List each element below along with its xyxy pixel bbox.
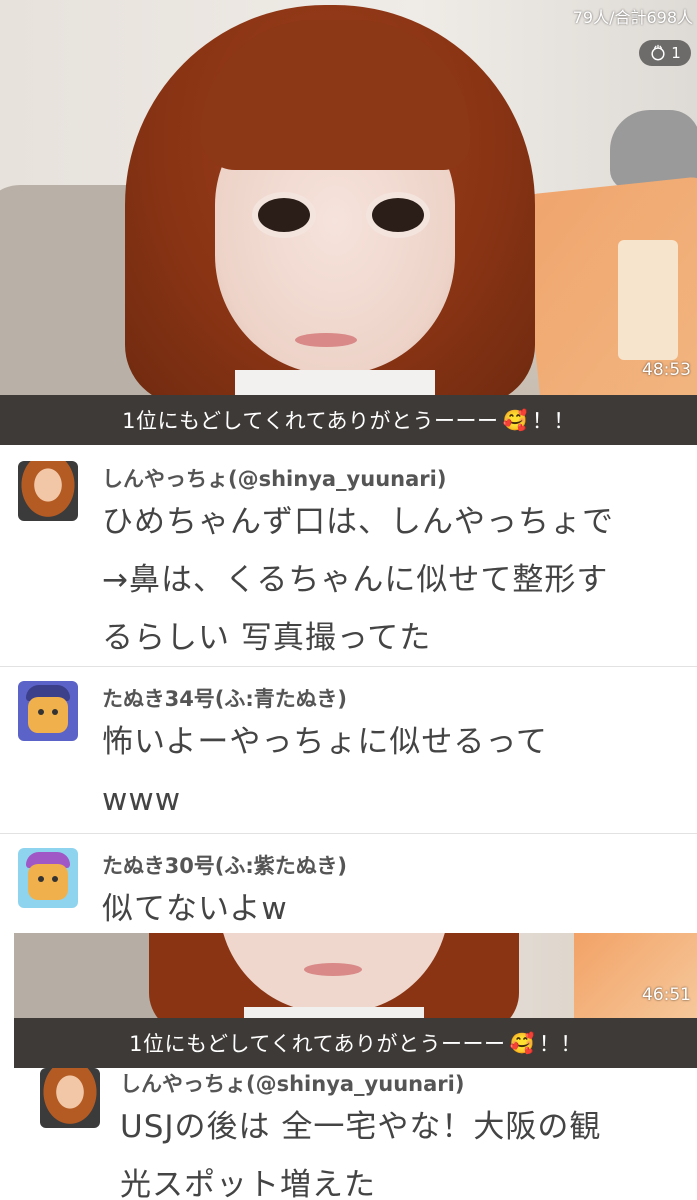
banner-suffix: ！！ [538,1032,582,1056]
comment-line: →鼻は、くるちゃんに似せて整形す [102,562,609,598]
smiling-hearts-emoji-icon: 🥰 [509,1031,535,1055]
live-video-frame[interactable]: 79人/合計698人 1 48:53 [0,0,697,395]
tanuki-avatar[interactable] [18,848,78,908]
avatar[interactable] [40,1068,100,1128]
comment-username[interactable]: たぬき30号(ふ:紫たぬき) [102,850,347,880]
left-eye [258,198,310,232]
comment-username[interactable]: たぬき34号(ふ:青たぬき) [102,683,347,713]
cushion [574,933,697,1018]
tanuki-avatar[interactable] [18,681,78,741]
right-eye [372,198,424,232]
cushion-stripe [618,240,678,360]
comment-line: 似てないよw [102,891,288,927]
tanuki-face-icon [28,697,68,733]
video-timestamp: 48:53 [642,360,691,380]
comment-item: たぬき34号(ふ:青たぬき) 怖いよーやっちょに似せるって www [0,667,697,834]
comment-line: るらしい 写真撮ってた [102,620,432,656]
mouth [295,333,357,347]
live-video-frame[interactable]: 46:51 [14,933,697,1018]
avatar[interactable] [18,461,78,521]
comment-text: 似てないよw [102,880,677,938]
like-count: 1 [671,44,681,62]
comment-line: USJの後は 全一宅やな！大阪の観 [120,1109,602,1145]
banner-text: 1位にもどしてくれてありがとうーーー [122,409,499,433]
ranking-banner: 1位にもどしてくれてありがとうーーー 🥰 ！！ [14,1018,697,1068]
comment-username[interactable]: しんやっちょ(@shinya_yuunari) [102,463,446,493]
comment-item: しんやっちょ(@shinya_yuunari) ひめちゃんず口は、しんやっちょで… [0,445,697,667]
viewer-count: 79人/合計698人 [572,8,693,27]
comment-line: www [102,782,182,818]
comment-text: 怖いよーやっちょに似せるって www [102,713,677,829]
banner-text: 1位にもどしてくれてありがとうーーー [129,1032,506,1056]
like-counter[interactable]: 1 [639,40,691,66]
tanuki-face-icon [28,864,68,900]
video-timestamp: 46:51 [642,985,691,1005]
hands-clap-icon [651,44,665,61]
comment-item: たぬき30号(ふ:紫たぬき) 似てないよw [0,834,697,933]
smiling-hearts-emoji-icon: 🥰 [502,408,528,432]
comment-text: ひめちゃんず口は、しんやっちょで →鼻は、くるちゃんに似せて整形す るらしい 写… [102,493,677,667]
comment-text: USJの後は 全一宅やな！大阪の観 光スポット増えた [120,1098,677,1200]
comment-line: 怖いよーやっちょに似せるって [102,724,548,760]
mouth [304,963,362,976]
shirt-collar [244,1007,424,1018]
comment-item: しんやっちょ(@shinya_yuunari) USJの後は 全一宅やな！大阪の… [0,1068,697,1200]
comment-line: ひめちゃんず口は、しんやっちょで [102,504,614,540]
comment-line: 光スポット増えた [120,1167,376,1200]
banner-suffix: ！！ [531,409,575,433]
shirt-collar [235,370,435,395]
comment-username[interactable]: しんやっちょ(@shinya_yuunari) [120,1068,464,1098]
ranking-banner: 1位にもどしてくれてありがとうーーー 🥰 ！！ [0,395,697,445]
